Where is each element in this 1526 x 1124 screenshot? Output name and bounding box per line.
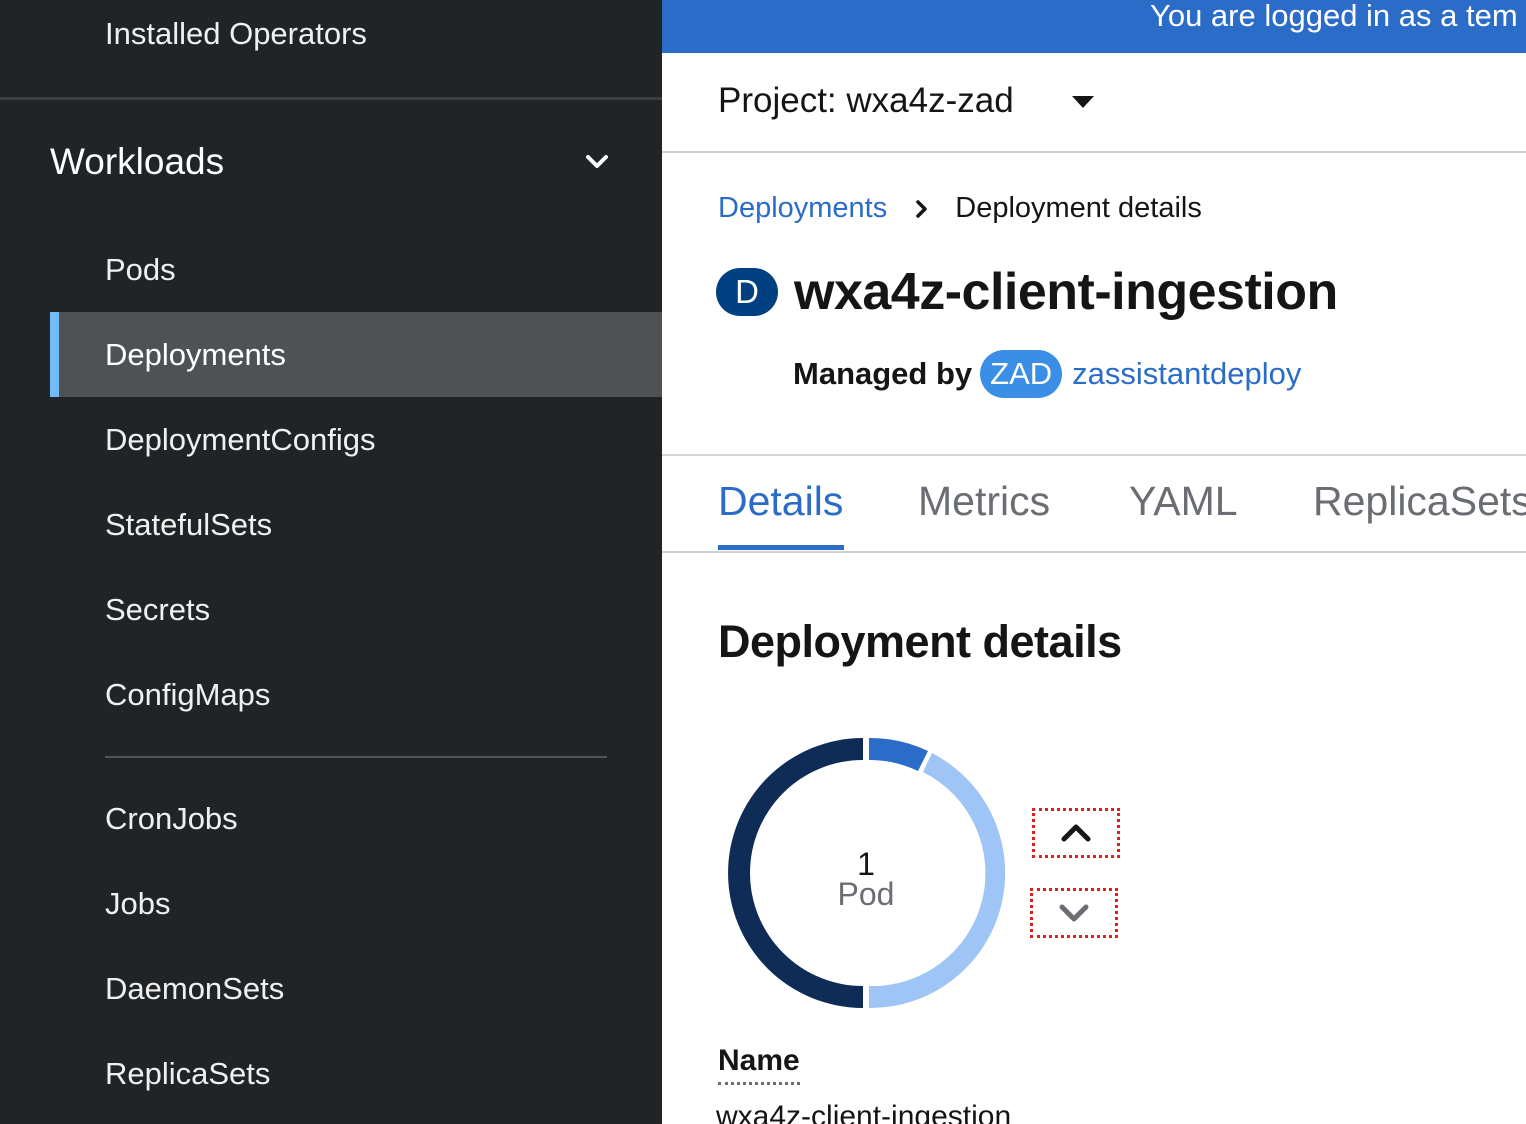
- sidebar-section-label: Workloads: [50, 141, 225, 182]
- sidebar-item-installed-operators[interactable]: Installed Operators: [105, 16, 367, 52]
- page-title-row: D wxa4z-client-ingestion: [716, 262, 1338, 322]
- sidebar-item-deployments[interactable]: Deployments: [50, 312, 662, 397]
- operator-badge: ZAD: [980, 350, 1063, 398]
- chevron-down-icon: [586, 155, 608, 168]
- managed-by: Managed by ZAD zassistantdeploy: [793, 350, 1301, 398]
- sidebar-item-cronjobs[interactable]: CronJobs: [50, 776, 662, 861]
- breadcrumb-deployments-link[interactable]: Deployments: [718, 192, 887, 225]
- sidebar-item-pods[interactable]: Pods: [50, 227, 662, 312]
- chevron-down-icon: [1059, 904, 1089, 922]
- page-title: wxa4z-client-ingestion: [794, 263, 1338, 321]
- tab-replicasets[interactable]: ReplicaSets: [1313, 478, 1526, 525]
- chevron-up-icon: [1061, 824, 1091, 842]
- managed-by-label: Managed by: [793, 356, 973, 391]
- sidebar-item-replicasets[interactable]: ReplicaSets: [50, 1031, 662, 1116]
- sidebar-item-configmaps[interactable]: ConfigMaps: [50, 652, 662, 737]
- breadcrumb-current: Deployment details: [955, 192, 1202, 224]
- sidebar-item-secrets[interactable]: Secrets: [50, 567, 662, 652]
- project-selector[interactable]: Project: wxa4z-zad: [718, 81, 1014, 121]
- active-tab-indicator: [718, 545, 844, 550]
- sidebar-section-workloads[interactable]: Workloads: [50, 138, 610, 186]
- scale-up-button[interactable]: [1032, 808, 1120, 858]
- tab-metrics[interactable]: Metrics: [918, 478, 1050, 525]
- banner-text: You are logged in as a tem: [1150, 0, 1518, 33]
- pod-unit: Pod: [837, 876, 895, 912]
- tab-yaml[interactable]: YAML: [1129, 478, 1238, 525]
- sidebar-divider: [0, 97, 662, 100]
- chevron-right-icon: [916, 199, 927, 218]
- notification-banner: You are logged in as a tem: [662, 0, 1526, 53]
- name-field-value: wxa4z-client-ingestion: [716, 1100, 1012, 1124]
- sidebar-item-statefulsets[interactable]: StatefulSets: [50, 482, 662, 567]
- tab-bar: Details Metrics YAML ReplicaSets: [662, 456, 1526, 553]
- section-title: Deployment details: [718, 616, 1122, 667]
- resource-type-badge: D: [716, 268, 778, 316]
- sidebar-item-daemonsets[interactable]: DaemonSets: [50, 946, 662, 1031]
- tab-details[interactable]: Details: [718, 478, 843, 525]
- name-field-label: Name: [718, 1044, 800, 1085]
- scale-down-button[interactable]: [1030, 888, 1118, 938]
- sidebar-divider: [105, 756, 607, 758]
- sidebar-item-jobs[interactable]: Jobs: [50, 861, 662, 946]
- caret-down-icon[interactable]: [1072, 96, 1094, 108]
- sidebar: Installed Operators Workloads Pods Deplo…: [0, 0, 662, 1124]
- pod-ring-segment-mid: [869, 737, 928, 771]
- project-bar: Project: wxa4z-zad: [662, 53, 1526, 153]
- operator-link[interactable]: zassistantdeploy: [1072, 356, 1301, 392]
- sidebar-item-deploymentconfigs[interactable]: DeploymentConfigs: [50, 397, 662, 482]
- breadcrumb: Deployments Deployment details: [718, 192, 1202, 225]
